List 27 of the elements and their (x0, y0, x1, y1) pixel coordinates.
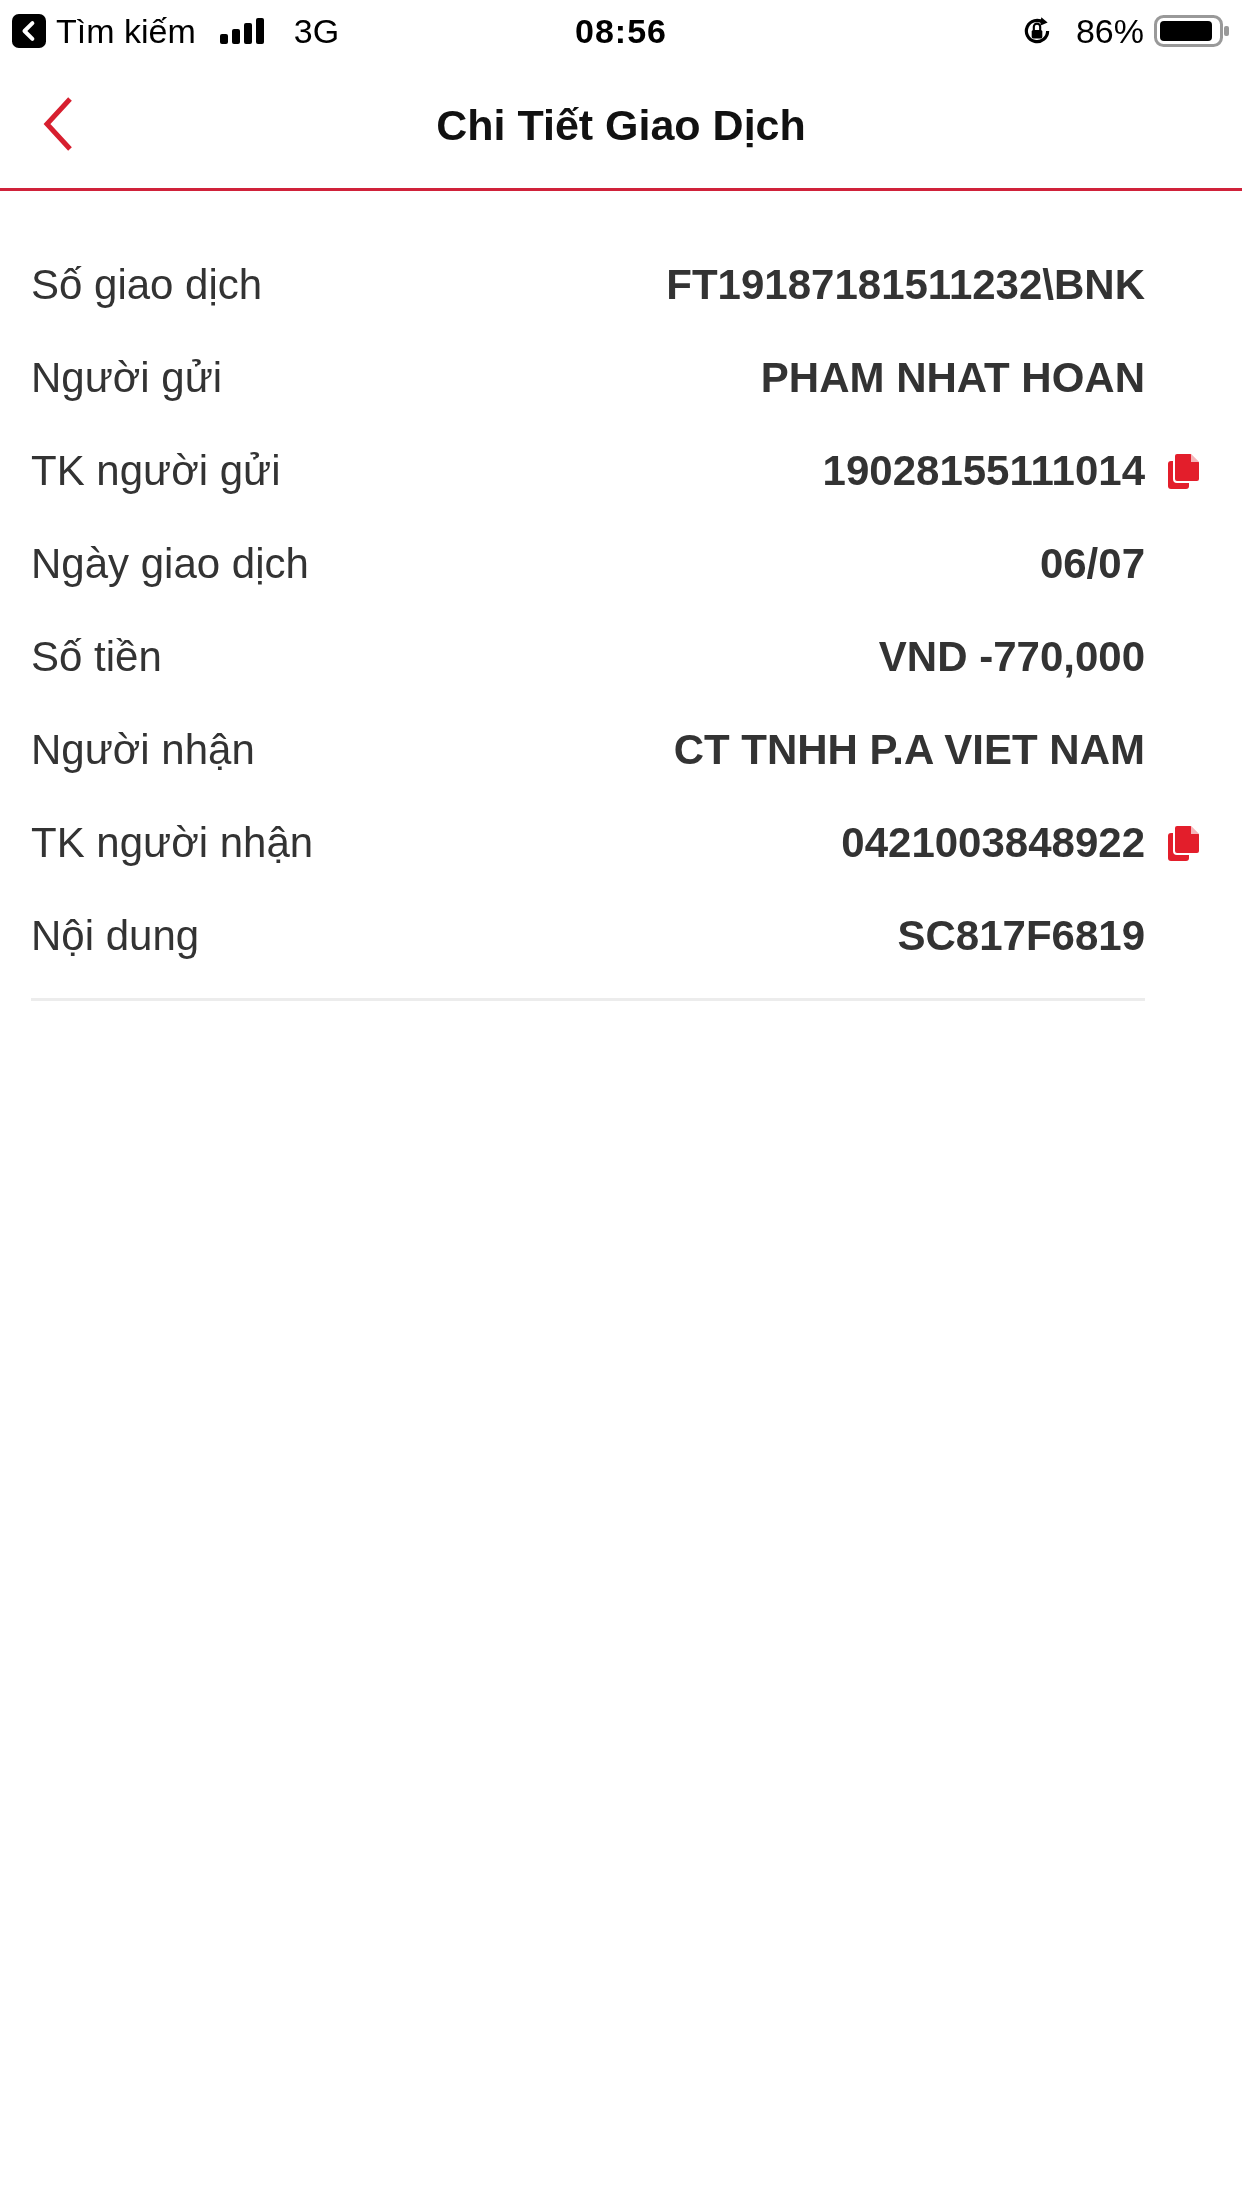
field-value: 0421003848922 (840, 818, 1145, 867)
battery-icon (1154, 15, 1230, 47)
field-value: CT TNHH P.A VIET NAM (672, 725, 1145, 774)
copy-icon[interactable] (1167, 451, 1201, 490)
field-label: Ngày giao dịch (31, 539, 309, 588)
field-label: Nội dung (31, 911, 200, 960)
field-value: FT19187181511232\BNK (665, 260, 1145, 309)
network-type: 3G (293, 11, 340, 51)
field-value: VND -770,000 (877, 632, 1145, 681)
screen-title: Chi Tiết Giao Dịch (436, 100, 806, 150)
back-app-icon[interactable] (12, 14, 46, 48)
field-label: TK người gửi (31, 446, 281, 495)
field-value: 19028155111014 (821, 446, 1145, 495)
field-value: SC817F6819 (896, 911, 1145, 960)
clock: 08:56 (575, 11, 667, 51)
field-value: 06/07 (1038, 539, 1145, 588)
copy-icon[interactable] (1167, 823, 1201, 862)
battery-percent: 86% (1075, 11, 1144, 51)
field-label: TK người nhận (31, 818, 314, 867)
field-value: PHAM NHAT HOAN (759, 353, 1145, 402)
field-label: Số tiền (31, 632, 162, 681)
signal-icon (219, 18, 266, 44)
field-label: Số giao dịch (31, 260, 263, 309)
field-label: Người gửi (31, 353, 223, 402)
field-label: Người nhận (31, 725, 255, 774)
back-icon[interactable] (42, 96, 74, 152)
back-app-label[interactable]: Tìm kiếm (56, 11, 196, 51)
